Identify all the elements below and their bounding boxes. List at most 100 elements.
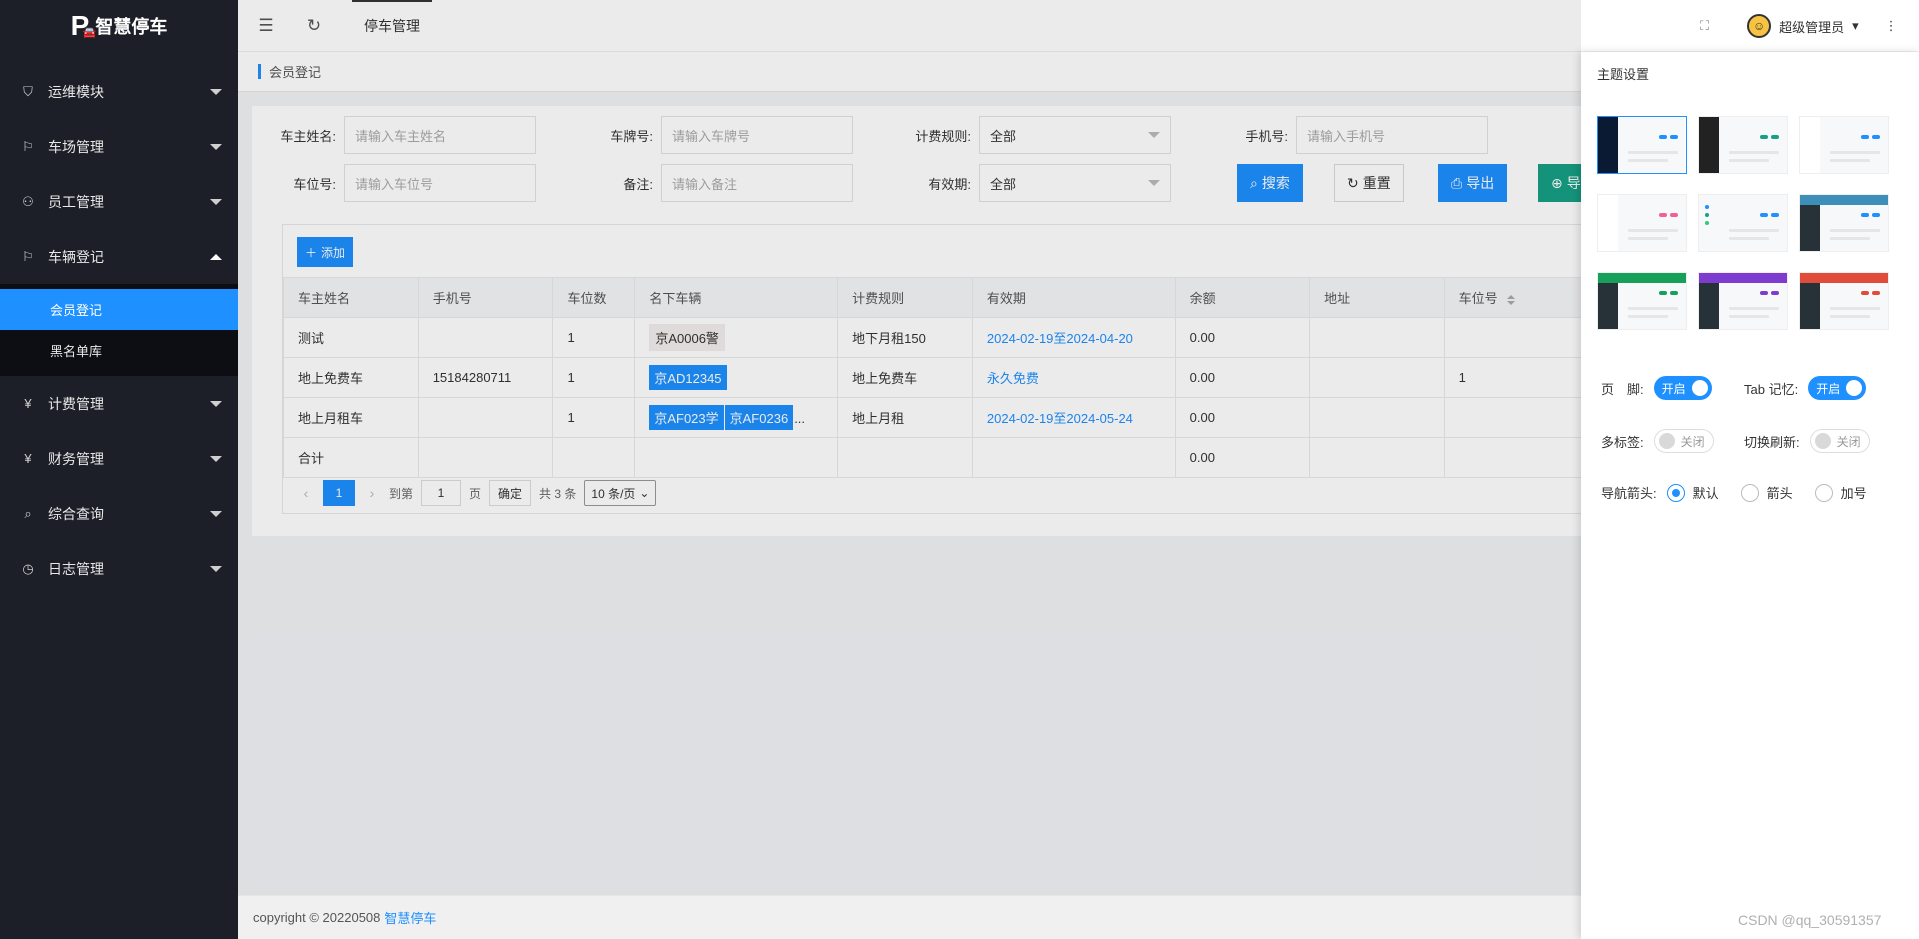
user-icon: ⚇ bbox=[22, 193, 34, 209]
theme-swatch-dark-green[interactable] bbox=[1698, 116, 1788, 174]
toggle-knob bbox=[1691, 380, 1708, 396]
swatch-side bbox=[1800, 205, 1820, 251]
option-nav-arrow: 导航箭头: 默认 箭头 加号 bbox=[1601, 483, 1867, 502]
tab-memory-label: Tab 记忆: bbox=[1744, 381, 1799, 397]
multi-tab-label: 多标签: bbox=[1601, 434, 1644, 450]
nav-arrow-option-label: 箭头 bbox=[1766, 486, 1793, 501]
switch-refresh-toggle-text: 关闭 bbox=[1836, 434, 1861, 449]
chevron-down-icon bbox=[210, 400, 222, 407]
drawer-title: 主题设置 bbox=[1597, 67, 1650, 82]
swatch-vdots bbox=[1705, 205, 1709, 225]
sidebar-item-logs[interactable]: ◷ 日志管理 bbox=[0, 541, 238, 596]
sidebar-item-label: 员工管理 bbox=[48, 193, 104, 210]
theme-swatch-light[interactable] bbox=[1799, 116, 1889, 174]
swatch-top bbox=[1800, 273, 1888, 283]
theme-swatch-light-pink[interactable] bbox=[1597, 194, 1687, 252]
fullscreen-icon[interactable]: ⛶ bbox=[1700, 18, 1709, 34]
more-icon[interactable]: ⋮ bbox=[1885, 18, 1898, 34]
sidebar-submenu: 会员登记 黑名单库 bbox=[0, 284, 238, 376]
swatch-dots bbox=[1659, 213, 1678, 217]
swatch-side bbox=[1598, 283, 1618, 329]
search-icon: ⌕ bbox=[24, 505, 32, 521]
chevron-down-icon bbox=[210, 510, 222, 517]
sidebar-item-ops[interactable]: ⛉ 运维模块 bbox=[0, 64, 238, 119]
swatch-side bbox=[1598, 117, 1618, 173]
sidebar-item-staff[interactable]: ⚇ 员工管理 bbox=[0, 174, 238, 229]
drawer-mask[interactable] bbox=[238, 0, 1581, 939]
swatch-top bbox=[1699, 273, 1787, 283]
option-footer: 页 脚: 开启 bbox=[1601, 376, 1712, 400]
sidebar-subitem-blacklist[interactable]: 黑名单库 bbox=[0, 330, 238, 371]
switch-refresh-label: 切换刷新: bbox=[1744, 434, 1800, 450]
swatch-line bbox=[1830, 307, 1880, 310]
swatch-side bbox=[1598, 195, 1618, 251]
swatch-dots bbox=[1659, 291, 1678, 295]
sidebar-item-label: 运维模块 bbox=[48, 83, 104, 100]
sidebar-item-billing[interactable]: ¥ 计费管理 bbox=[0, 376, 238, 431]
footer-brand-link[interactable]: 智慧停车 bbox=[384, 908, 436, 927]
swatch-dots bbox=[1659, 135, 1678, 139]
toggle-knob bbox=[1846, 380, 1863, 396]
swatch-dots bbox=[1760, 135, 1779, 139]
header-user-area: ⛶ ☺ 超级管理员 ▾ ⋮ bbox=[1700, 0, 1898, 52]
nav-arrow-option-label: 默认 bbox=[1692, 486, 1719, 501]
footer-toggle-text: 开启 bbox=[1661, 381, 1686, 396]
swatch-line bbox=[1628, 151, 1678, 154]
watermark: CSDN @qq_30591357 bbox=[1738, 912, 1882, 928]
sidebar-item-label: 车场管理 bbox=[48, 138, 104, 155]
theme-swatch-dark-blue[interactable] bbox=[1597, 116, 1687, 174]
footer: copyright © 20220508 智慧停车 bbox=[238, 895, 1581, 939]
sidebar-item-parking-lot[interactable]: ⚐ 车场管理 bbox=[0, 119, 238, 174]
footer-toggle[interactable]: 开启 bbox=[1653, 376, 1712, 400]
swatch-side bbox=[1699, 117, 1719, 173]
tab-memory-toggle[interactable]: 开启 bbox=[1808, 376, 1867, 400]
swatch-line bbox=[1628, 229, 1678, 232]
user-name[interactable]: 超级管理员 bbox=[1779, 17, 1844, 36]
swatch-line bbox=[1729, 237, 1769, 240]
chevron-up-icon bbox=[210, 253, 222, 260]
swatch-top bbox=[1598, 273, 1686, 283]
nav-arrow-radio-default[interactable] bbox=[1666, 483, 1685, 502]
nav-arrow-option-label: 加号 bbox=[1840, 486, 1867, 501]
swatch-line bbox=[1729, 151, 1779, 154]
sidebar-menu: ⛉ 运维模块 ⚐ 车场管理 ⚇ 员工管理 ⚐ 车辆登记 会员登记 黑名单库 ¥ … bbox=[0, 64, 238, 596]
swatch-dots bbox=[1760, 291, 1779, 295]
sidebar-item-label: 综合查询 bbox=[48, 505, 104, 522]
nav-arrow-label: 导航箭头: bbox=[1601, 486, 1657, 501]
swatch-line bbox=[1628, 315, 1668, 318]
swatch-line bbox=[1628, 237, 1668, 240]
swatch-side bbox=[1800, 117, 1820, 173]
nav-arrow-radio-plus[interactable] bbox=[1814, 483, 1833, 502]
sidebar-item-label: 计费管理 bbox=[48, 395, 104, 412]
chevron-down-icon bbox=[210, 198, 222, 205]
sidebar-item-vehicle-reg[interactable]: ⚐ 车辆登记 bbox=[0, 229, 238, 284]
theme-drawer: 主题设置 页 脚: 开启 Tab 记忆: 开启 多标签: 关闭 切换刷新: 关闭… bbox=[1581, 52, 1919, 939]
parking-logo-icon: P 🚘 bbox=[70, 10, 97, 41]
theme-swatch-red[interactable] bbox=[1799, 272, 1889, 330]
chevron-down-icon bbox=[210, 143, 222, 150]
sidebar-item-finance[interactable]: ¥ 财务管理 bbox=[0, 431, 238, 486]
tab-memory-toggle-text: 开启 bbox=[1816, 381, 1841, 396]
flag-icon: ⚐ bbox=[22, 138, 34, 154]
sidebar-subitem-member[interactable]: 会员登记 bbox=[0, 289, 238, 330]
swatch-line bbox=[1830, 315, 1870, 318]
footer-copyright: copyright © 20220508 bbox=[253, 910, 381, 925]
option-multi-tab: 多标签: 关闭 bbox=[1601, 429, 1714, 453]
theme-swatch-green[interactable] bbox=[1597, 272, 1687, 330]
theme-swatch-purple[interactable] bbox=[1698, 272, 1788, 330]
sidebar-item-query[interactable]: ⌕ 综合查询 bbox=[0, 486, 238, 541]
swatch-line bbox=[1729, 307, 1779, 310]
switch-refresh-toggle[interactable]: 关闭 bbox=[1809, 429, 1870, 453]
multi-tab-toggle[interactable]: 关闭 bbox=[1653, 429, 1714, 453]
theme-swatch-steel-blue[interactable] bbox=[1799, 194, 1889, 252]
swatch-line bbox=[1729, 315, 1769, 318]
nav-arrow-radio-arrow[interactable] bbox=[1740, 483, 1759, 502]
swatch-line bbox=[1830, 229, 1880, 232]
theme-swatch-dotted[interactable] bbox=[1698, 194, 1788, 252]
swatch-top bbox=[1800, 195, 1888, 205]
chevron-down-icon: ▾ bbox=[1852, 18, 1859, 33]
avatar[interactable]: ☺ bbox=[1747, 14, 1772, 38]
sidebar-item-label: 日志管理 bbox=[48, 560, 104, 577]
option-switch-refresh: 切换刷新: 关闭 bbox=[1744, 429, 1870, 453]
swatch-line bbox=[1628, 307, 1678, 310]
